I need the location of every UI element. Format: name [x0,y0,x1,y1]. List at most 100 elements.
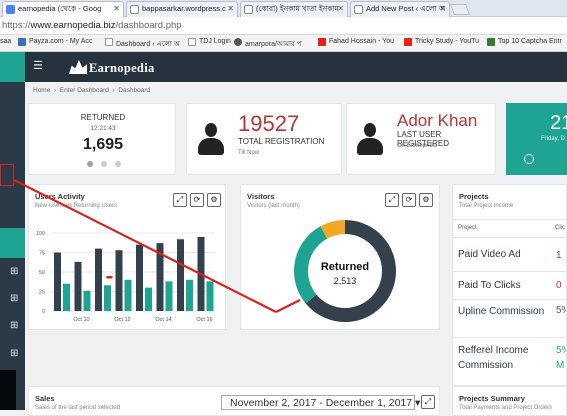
top-header: ☰ Earnopedia [25,52,567,82]
date-range-text: November 2, 2017 - December 1, 2017 [230,397,413,409]
cursor-marker [106,276,113,279]
breadcrumb-enter-dashboard[interactable]: Enter Dashboard [60,87,109,94]
url-text[interactable]: https://www.earnopedia.biz/dashboard.php [2,20,182,31]
site-logo[interactable]: Earnopedia [69,57,159,77]
breadcrumb-separator: › [112,87,115,94]
y-tick-label: 75 [39,251,45,257]
browser-tab-2[interactable]: bappasarkar.wordpress.c ✕ [126,1,238,17]
date-range-picker[interactable]: November 2, 2017 - December 1, 2017 ▾ [221,395,420,410]
clock-icon [524,154,534,164]
user-icon [198,123,224,155]
browser-tab-bar: earnopedia (থেকে - Goog ✕ bappasarkar.wo… [0,0,567,17]
donut-slice-2 [320,220,346,239]
refresh-icon[interactable]: ⟳ [402,193,416,207]
close-tab-icon[interactable]: ✕ [337,4,344,13]
project-value: 1 [556,250,562,261]
x-tick-label: Oct 14 [155,317,171,323]
x-tick-label: Oct 10 [73,317,89,323]
settings-gear-icon[interactable]: ⚙ [419,193,433,207]
bookmark-item[interactable]: Fahad Hossain - You [318,38,394,46]
projects-summary-title: Projects Summary [459,394,525,403]
table-row: Paid Video Ad 1 [453,237,566,271]
settings-gear-icon[interactable]: ⚙ [207,193,221,207]
sidebar: ⊞ ⊞ ⊞ ⊞ [0,52,25,410]
bar-new-users [115,250,123,311]
caret-down-icon: ▾ [415,397,421,409]
y-tick-label: 50 [39,270,45,276]
sidebar-top [0,52,25,82]
expand-icon[interactable]: ⤢ [421,395,435,409]
projects-subtitle: Total Project Income [459,203,514,209]
expand-plus-icon[interactable]: ⊞ [10,266,18,277]
visitors-subtitle: Visitors (last month) [247,203,300,209]
expand-icon[interactable]: ⤢ [385,193,399,207]
tab-label: earnopedia (থেকে - Goog [18,4,102,13]
bookmark-item[interactable]: saa [0,38,11,45]
github-icon [234,38,242,46]
breadcrumb-home[interactable]: Home [33,87,50,94]
page-favicon-icon [130,5,139,14]
sidebar-item-active[interactable] [0,228,25,258]
bookmark-item[interactable]: Top 10 Captcha Entr [487,38,562,46]
bar-returning-users [165,281,173,311]
users-activity-bar-chart: 0 25 50 75 100 Oct 10 Oct 12 Oct 14 Oct 16 [36,231,215,323]
last-user-name: Ador Khan [397,111,478,130]
browser-tab-3[interactable]: (কোরা) ইনকাম খাতা ইনকাম ✕ [240,1,348,17]
bar-returning-users [206,281,214,311]
col-header-project[interactable]: Project [458,225,477,231]
refresh-icon[interactable]: ⟳ [190,193,204,207]
registration-value: 19527 [238,111,300,136]
expand-plus-icon[interactable]: ⊞ [10,320,18,331]
carousel-dot[interactable] [115,161,121,167]
table-row: Upline Commission 5% [453,299,566,337]
expand-plus-icon[interactable]: ⊞ [10,348,18,359]
highlight-box [0,164,14,186]
new-tab-button[interactable] [449,4,471,15]
bookmark-item[interactable]: Dashboard ‹ এলো অ [105,38,180,50]
project-name: Paid Video Ad [458,249,521,260]
project-name: Refferel Income Commission [458,345,529,371]
browser-tab-1[interactable]: earnopedia (থেকে - Goog ✕ [2,1,124,17]
bar-returning-users [63,283,70,311]
col-header-clicks[interactable]: Clic [555,225,565,231]
carousel-dot[interactable] [87,161,93,167]
bar-new-users [74,261,82,311]
address-bar[interactable]: https://www.earnopedia.biz/dashboard.php [0,17,567,35]
last-user-card: Ador Khan LAST USER REGISTERED On Earnop… [346,103,496,175]
captcha-icon [487,38,495,46]
breadcrumb: Home › Enter Dashboard › Dashboard [33,87,150,94]
x-tick-label: Oct 16 [196,317,212,323]
bar-new-users [156,243,164,311]
close-tab-icon[interactable]: ✕ [227,4,234,13]
registration-sub: Till Now [238,150,260,156]
bookmark-item[interactable]: Payza.com - My Acc [18,38,92,46]
payza-icon [18,38,26,46]
bar-new-users [177,239,184,311]
hamburger-icon[interactable]: ☰ [33,59,43,72]
visitors-title: Visitors [247,192,275,201]
youtube-icon [318,38,326,46]
users-activity-panel: Users Activity New Users vs Returning Us… [28,184,226,330]
bookmark-item[interactable]: amarpora/আমার প [234,38,302,50]
bookmark-item[interactable]: TDJ Login [188,38,231,46]
sales-subtitle: Sales of the last period selected [35,405,121,411]
table-row: Paid To Clicks 0 [453,271,566,299]
y-tick-label: 100 [36,231,45,237]
browser-tab-4[interactable]: Add New Post ‹ এলো অ ✕ [350,1,450,17]
y-tick-label: 0 [42,309,45,315]
bar-new-users [95,248,102,311]
bar-new-users [136,244,143,311]
close-tab-icon[interactable]: ✕ [439,4,446,13]
expand-icon[interactable]: ⤢ [173,193,187,207]
table-row: Refferel Income Commission 5% M [453,337,566,385]
project-value: 5% [556,305,566,316]
bookmark-item[interactable]: Tricky Study - YouTu [404,38,479,46]
registration-card: 19527 TOTAL REGISTRATION Till Now [186,103,342,175]
bookmarks-bar: saa Payza.com - My Acc Dashboard ‹ এলো অ… [0,35,567,52]
expand-plus-icon[interactable]: ⊞ [10,293,18,304]
close-tab-icon[interactable]: ✕ [113,4,120,13]
project-value: 0 [556,280,562,291]
carousel-dot[interactable] [101,161,107,167]
projects-summary-subtitle: Total Payments and Project Orders [459,405,553,411]
registration-label: TOTAL REGISTRATION [238,137,325,146]
